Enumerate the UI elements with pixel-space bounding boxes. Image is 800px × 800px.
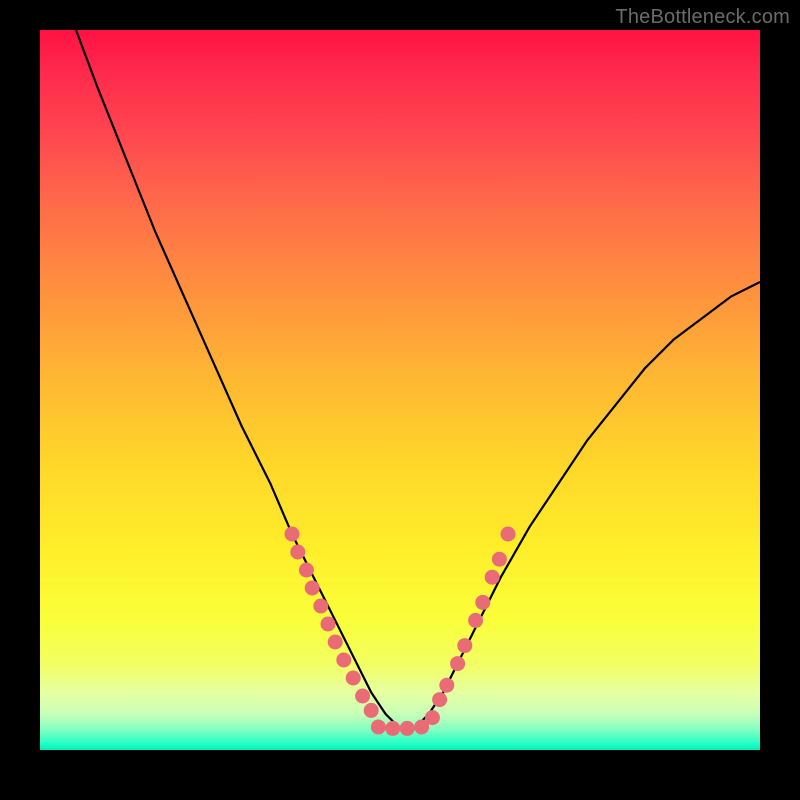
curve-marker [285,527,300,542]
watermark-text: TheBottleneck.com [615,6,790,29]
curve-markers [285,527,516,736]
curve-marker [328,635,343,650]
curve-marker [346,671,361,686]
curve-marker [313,599,328,614]
curve-marker [468,613,483,628]
curve-marker [290,545,305,560]
curve-marker [305,581,320,596]
curve-marker [475,595,490,610]
curve-marker [336,653,351,668]
plot-area [40,30,760,750]
curve-marker [485,570,500,585]
curve-marker [385,721,400,736]
curve-marker [400,721,415,736]
curve-marker [364,703,379,718]
curve-marker [425,710,440,725]
curve-marker [299,563,314,578]
curve-layer [40,30,760,750]
curve-marker [371,720,386,735]
curve-marker [355,689,370,704]
curve-marker [439,678,454,693]
bottleneck-curve [76,30,760,728]
curve-marker [432,692,447,707]
curve-marker [501,527,516,542]
chart-frame: TheBottleneck.com [0,0,800,800]
curve-marker [457,638,472,653]
curve-marker [321,617,336,632]
curve-marker [450,656,465,671]
curve-marker [492,552,507,567]
